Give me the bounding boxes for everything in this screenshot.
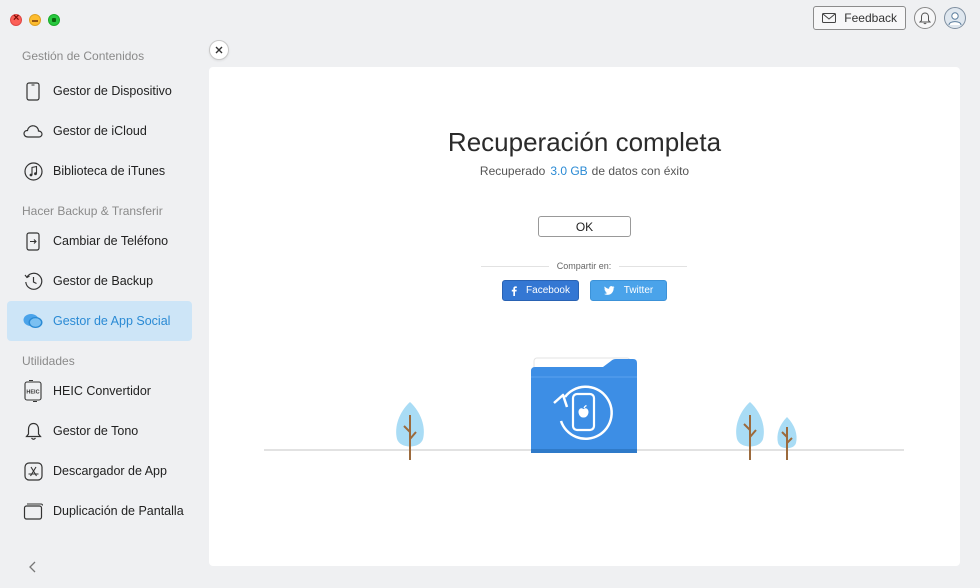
chevron-left-icon	[29, 561, 36, 573]
section-title-backup: Hacer Backup & Transferir	[22, 204, 163, 218]
history-icon	[23, 271, 43, 291]
section-title-utilities: Utilidades	[22, 354, 75, 368]
sidebar-item-label: Duplicación de Pantalla	[53, 504, 184, 518]
sidebar-item-label: Gestor de Backup	[53, 274, 154, 288]
screen-mirror-icon	[23, 501, 43, 521]
sidebar-item-label: Descargador de App	[53, 464, 167, 478]
tree-right-small	[777, 417, 797, 460]
share-label: Compartir en:	[556, 261, 612, 271]
user-avatar-icon	[948, 12, 962, 26]
facebook-label: Facebook	[526, 285, 570, 296]
app-store-icon	[23, 461, 43, 481]
tree-right-large	[736, 402, 764, 460]
sidebar-item-screen-mirror[interactable]: Duplicación de Pantalla	[7, 491, 192, 531]
collapse-sidebar-button[interactable]	[26, 560, 40, 574]
sidebar-item-label: Gestor de iCloud	[53, 124, 147, 138]
close-panel-button[interactable]	[209, 40, 229, 60]
sidebar-item-label: Gestor de App Social	[53, 314, 171, 328]
notifications-button[interactable]	[914, 7, 936, 29]
sidebar-item-heic-converter[interactable]: HEIC HEIC Convertidor	[7, 371, 192, 411]
sidebar-item-label: HEIC Convertidor	[53, 384, 151, 398]
summary-prefix: Recuperado	[479, 164, 546, 178]
sidebar-item-app-downloader[interactable]: Descargador de App	[7, 451, 192, 491]
facebook-icon	[511, 285, 517, 296]
music-icon	[23, 161, 43, 181]
toolbar-right: Feedback	[813, 6, 966, 30]
account-button[interactable]	[944, 7, 966, 29]
heic-icon: HEIC	[23, 380, 43, 402]
envelope-icon	[822, 13, 837, 23]
sidebar-item-label: Biblioteca de iTunes	[53, 164, 166, 178]
close-icon	[215, 46, 223, 54]
sidebar-item-label: Cambiar de Teléfono	[53, 234, 169, 248]
feedback-button[interactable]: Feedback	[813, 6, 906, 30]
recovered-amount: 3.0 GB	[550, 164, 588, 178]
sidebar-item-social-app-manager[interactable]: Gestor de App Social	[7, 301, 192, 341]
phone-switch-icon	[23, 231, 43, 251]
summary-suffix: de datos con éxito	[591, 164, 690, 178]
sidebar-item-phone-switch[interactable]: Cambiar de Teléfono	[7, 221, 192, 261]
window-close-button[interactable]	[10, 12, 22, 26]
twitter-icon	[603, 286, 615, 295]
share-divider: Compartir en:	[481, 259, 687, 273]
feedback-label: Feedback	[844, 11, 897, 25]
page-title: Recuperación completa	[447, 127, 722, 157]
sidebar-item-itunes[interactable]: Biblioteca de iTunes	[7, 151, 192, 191]
sidebar-item-backup-manager[interactable]: Gestor de Backup	[7, 261, 192, 301]
bell-icon	[23, 421, 43, 441]
facebook-share-button[interactable]: Facebook	[502, 280, 579, 301]
phone-icon	[23, 81, 43, 101]
chat-bubbles-icon	[23, 311, 43, 331]
bell-icon	[919, 11, 931, 24]
recovery-illustration	[264, 357, 904, 460]
window-maximize-button[interactable]	[48, 14, 60, 26]
twitter-share-button[interactable]: Twitter	[590, 280, 667, 301]
sidebar-item-device-manager[interactable]: Gestor de Dispositivo	[7, 71, 192, 111]
cloud-icon	[23, 121, 43, 141]
sidebar-item-ringtone-manager[interactable]: Gestor de Tono	[7, 411, 192, 451]
ok-button[interactable]: OK	[538, 216, 631, 237]
section-title-content: Gestión de Contenidos	[22, 49, 145, 63]
twitter-label: Twitter	[623, 285, 654, 296]
svg-text:HEIC: HEIC	[26, 390, 39, 396]
tree-left	[396, 402, 424, 460]
folder-icon	[531, 357, 637, 453]
divider-line	[481, 265, 549, 267]
window-controls	[10, 12, 60, 26]
sidebar-item-label: Gestor de Tono	[53, 424, 139, 438]
sidebar: Gestión de Contenidos Gestor de Disposit…	[0, 40, 200, 588]
sidebar-item-label: Gestor de Dispositivo	[53, 84, 172, 98]
window-minimize-button[interactable]	[29, 14, 41, 26]
result-summary: Recuperado 3.0 GB de datos con éxito	[209, 164, 960, 178]
main-panel: Recuperación completa Recuperado 3.0 GB de…	[209, 67, 960, 566]
divider-line	[619, 265, 687, 267]
sidebar-item-icloud[interactable]: Gestor de iCloud	[7, 111, 192, 151]
